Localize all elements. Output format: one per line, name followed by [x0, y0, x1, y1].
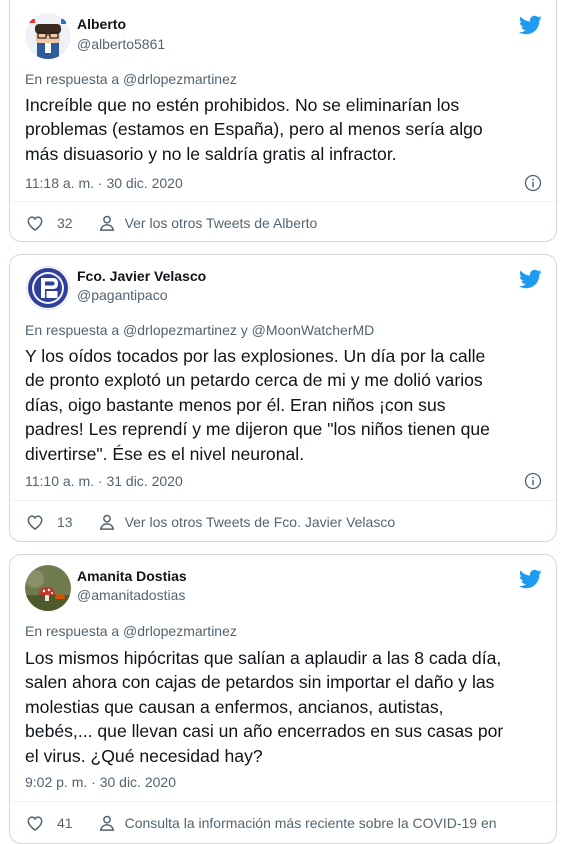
like-count[interactable]: 13 [57, 514, 73, 530]
timestamp[interactable]: 9:02 p. m. · 30 dic. 2020 [25, 774, 176, 790]
tweet-text-line: de pronto explotó un petardo cerca de mi… [25, 370, 483, 391]
tweet-card[interactable]: Amanita Dostias @amanitadostias En respu… [9, 554, 557, 844]
twitter-bird-icon[interactable] [518, 267, 542, 291]
avatar[interactable] [25, 13, 71, 59]
person-icon[interactable] [97, 512, 117, 532]
tweet-text-line: Los mismos hipócritas que salían a aplau… [25, 648, 502, 668]
author-name[interactable]: Alberto [77, 16, 126, 32]
tweet-text-line: divertirse". Ése es el nivel neuronal. [25, 443, 305, 464]
heart-icon[interactable] [25, 213, 45, 233]
tweet-text-line: el virus. ¿Qué necesidad hay? [25, 745, 263, 766]
person-icon[interactable] [97, 813, 117, 833]
avatar[interactable] [25, 265, 71, 311]
reply-context: En respuesta a @drlopezmartinez [25, 623, 237, 639]
author-name[interactable]: Fco. Javier Velasco [77, 268, 206, 284]
divider [10, 801, 556, 802]
timestamp[interactable]: 11:10 a. m. · 31 dic. 2020 [25, 473, 183, 489]
like-count[interactable]: 41 [57, 815, 73, 831]
reply-context: En respuesta a @drlopezmartinez [25, 71, 237, 87]
twitter-bird-icon[interactable] [518, 13, 542, 37]
heart-icon[interactable] [25, 813, 45, 833]
tweet-text-line: molestias que causan a enfermos, anciano… [25, 696, 444, 717]
tweet-text-line: padres! Les reprendí y me dijeron que "l… [25, 419, 490, 440]
tweet-actions: 41 Consulta la información más reciente … [25, 812, 542, 834]
info-icon[interactable] [524, 174, 542, 192]
twitter-bird-icon[interactable] [518, 567, 542, 591]
tweet-text: Increíble que no estén prohibidos. No se… [25, 93, 542, 166]
tweet-text-line: problemas (estamos en España), pero al m… [25, 119, 483, 140]
author-handle[interactable]: @pagantipaco [77, 287, 168, 303]
tweet-actions: 13 Ver los otros Tweets de Fco. Javier V… [25, 511, 542, 533]
view-user-tweets-link[interactable]: Ver los otros Tweets de Alberto [125, 215, 318, 231]
tweet-card[interactable]: Alberto @alberto5861 En respuesta a @drl… [9, 0, 557, 242]
author-name[interactable]: Amanita Dostias [77, 568, 187, 584]
tweet-text: Los mismos hipócritas que salían a aplau… [25, 646, 542, 768]
person-icon[interactable] [97, 213, 117, 233]
tweet-text-line: salen ahora con cajas de petardos sin im… [25, 672, 495, 693]
tweet-actions: 32 Ver los otros Tweets de Alberto [25, 212, 542, 234]
tweet-text-line: Y los oídos tocados por las explosiones.… [25, 346, 486, 366]
tweet-text-line: bebés,... que llevan casi un año encerra… [25, 721, 504, 742]
divider [10, 201, 556, 202]
heart-icon[interactable] [25, 512, 45, 532]
tweet-text-line: días, oigo bastante menos por él. Eran n… [25, 394, 446, 415]
timestamp[interactable]: 11:18 a. m. · 30 dic. 2020 [25, 175, 183, 191]
avatar[interactable] [25, 565, 71, 611]
info-icon[interactable] [524, 472, 542, 490]
tweet-card[interactable]: Fco. Javier Velasco @pagantipaco En resp… [9, 254, 557, 542]
reply-context: En respuesta a @drlopezmartinez y @MoonW… [25, 322, 375, 338]
like-count[interactable]: 32 [57, 215, 73, 231]
tweet-text: Y los oídos tocados por las explosiones.… [25, 344, 542, 466]
author-handle[interactable]: @amanitadostias [77, 587, 185, 603]
tweet-text-line: Increíble que no estén prohibidos. No se… [25, 95, 460, 115]
view-user-tweets-link[interactable]: Ver los otros Tweets de Fco. Javier Vela… [125, 514, 396, 530]
author-handle[interactable]: @alberto5861 [77, 36, 165, 52]
tweet-text-line: más disuasorio y no le saldría gratis al… [25, 143, 397, 164]
covid-info-link[interactable]: Consulta la información más reciente sob… [125, 815, 497, 831]
divider [10, 500, 556, 501]
